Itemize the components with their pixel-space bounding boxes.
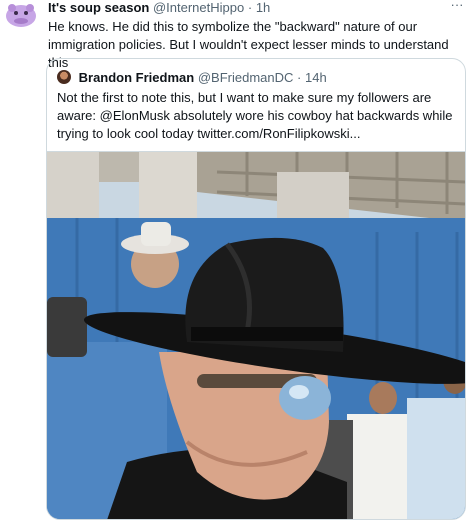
author-name[interactable]: It's soup season [48,0,149,15]
quoted-author-handle[interactable]: @BFriedmanDC [198,70,294,85]
tweet-time[interactable]: 1h [256,0,270,15]
tweet-header: It's soup season @InternetHippo · 1h [48,0,448,16]
separator-dot: · [297,70,302,85]
quoted-author-name[interactable]: Brandon Friedman [79,70,195,85]
quoted-author-avatar[interactable] [57,70,71,84]
quoted-tweet[interactable]: Brandon Friedman @BFriedmanDC · 14h Not … [46,58,466,520]
more-options-icon[interactable]: ··· [446,0,468,12]
hippo-avatar-icon [6,4,36,27]
video-still-illustration [47,152,465,519]
quoted-header: Brandon Friedman @BFriedmanDC · 14h [57,69,327,87]
author-avatar[interactable] [4,0,38,30]
quoted-text: Not the first to note this, but I want t… [57,90,453,141]
quoted-media-image[interactable] [47,151,465,519]
separator-dot: · [247,0,253,15]
quoted-time[interactable]: 14h [305,70,327,85]
author-handle[interactable]: @InternetHippo [153,0,244,15]
